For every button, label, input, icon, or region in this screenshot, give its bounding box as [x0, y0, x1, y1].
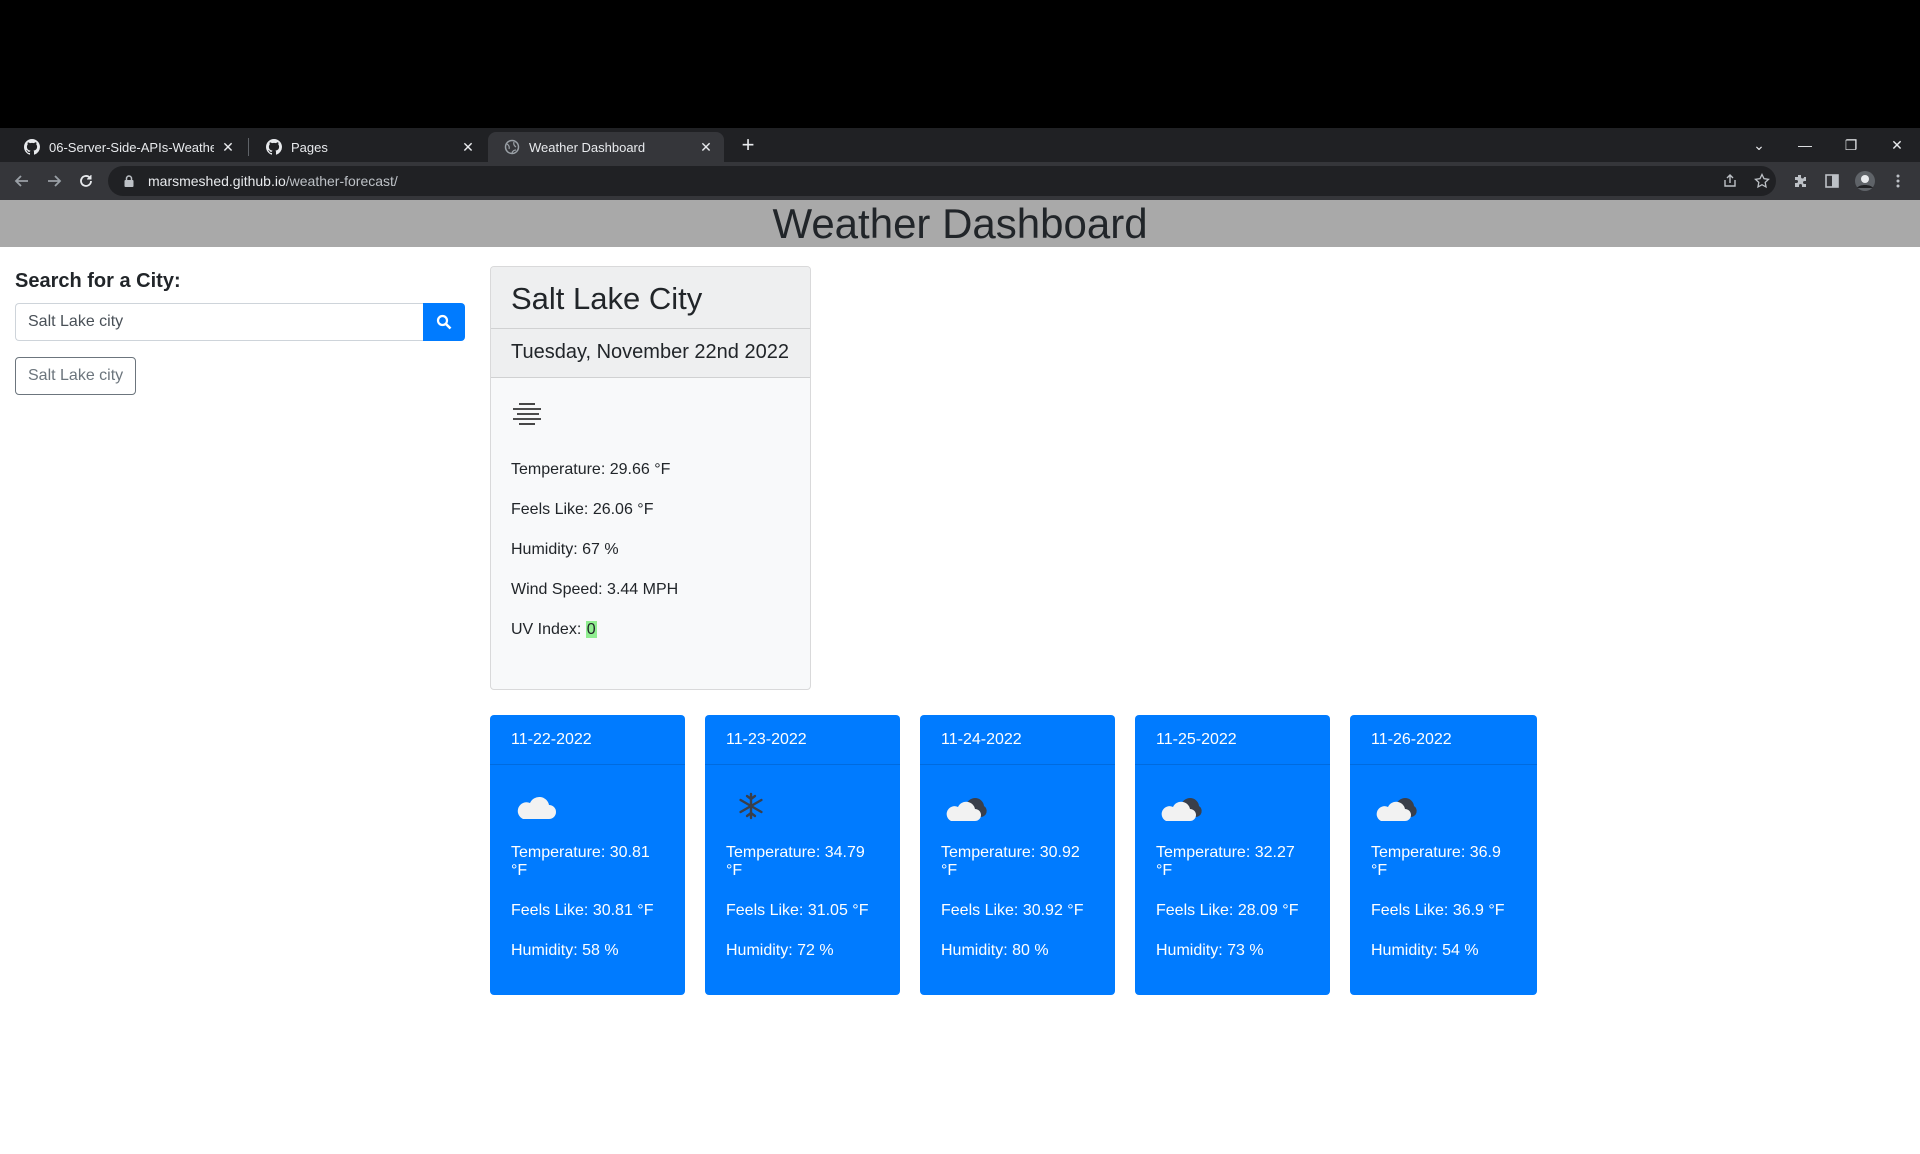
current-temperature: Temperature: 29.66 °F: [511, 461, 671, 478]
url-host: marsmeshed.github.io: [148, 173, 286, 189]
browser-toolbar: marsmeshed.github.io/weather-forecast/: [0, 162, 1920, 200]
forecast-card: 11-25-2022 Temperature: 32.27 °F Feels L…: [1135, 715, 1330, 995]
profile-avatar[interactable]: [1853, 169, 1877, 193]
search-form: [15, 303, 465, 341]
current-uv-index: UV Index: 0: [511, 621, 790, 639]
forecast-card: 11-23-2022 Temperature: 34.79 °F Feels L…: [705, 715, 900, 995]
tab-strip: 06-Server-Side-APIs-Weather-Dashboard ✕ …: [0, 128, 1920, 162]
snowflake-icon: [739, 792, 763, 820]
tab-title: 06-Server-Side-APIs-Weather-Dashboard: [49, 139, 214, 155]
current-feels-like: Feels Like: 26.06 °F: [511, 501, 654, 518]
forecast-feels-like: Feels Like: 31.05 °F: [726, 902, 869, 919]
forecast-date: 11-22-2022: [490, 715, 685, 765]
forecast-humidity: Humidity: 54 %: [1371, 942, 1479, 959]
restore-icon[interactable]: ❐: [1828, 128, 1874, 162]
tab-separator: [248, 138, 249, 156]
tab-title: Pages: [291, 139, 328, 155]
address-bar[interactable]: marsmeshed.github.io/weather-forecast/: [108, 166, 1776, 196]
cloud-icon: [517, 796, 556, 819]
page-title: Weather Dashboard: [772, 200, 1148, 247]
page-header: Weather Dashboard: [0, 200, 1920, 247]
reload-icon[interactable]: [74, 169, 98, 193]
forecast-temperature: Temperature: 34.79 °F: [726, 844, 865, 879]
uv-label: UV Index:: [511, 621, 586, 638]
forecast-temperature: Temperature: 30.81 °F: [511, 844, 650, 879]
forecast-humidity: Humidity: 72 %: [726, 942, 834, 959]
forward-icon[interactable]: [42, 169, 66, 193]
back-icon[interactable]: [10, 169, 34, 193]
extensions-icon[interactable]: [1788, 169, 1812, 193]
tab-github-repo[interactable]: 06-Server-Side-APIs-Weather-Dashboard ✕: [8, 132, 246, 162]
current-wind-speed: Wind Speed: 3.44 MPH: [511, 581, 679, 598]
minimize-icon[interactable]: —: [1782, 128, 1828, 162]
current-date: Tuesday, November 22nd 2022: [491, 329, 810, 378]
search-sidebar: Search for a City: Salt Lake city: [15, 270, 465, 395]
forecast-feels-like: Feels Like: 30.81 °F: [511, 902, 654, 919]
history-city-button[interactable]: Salt Lake city: [15, 357, 137, 395]
close-icon[interactable]: ✕: [698, 139, 714, 155]
url-path: /weather-forecast/: [285, 173, 398, 189]
forecast-humidity: Humidity: 58 %: [511, 942, 619, 959]
lock-icon: [124, 175, 134, 187]
current-humidity: Humidity: 67 %: [511, 541, 619, 558]
forecast-card: 11-22-2022 Temperature: 30.81 °F Feels L…: [490, 715, 685, 995]
mist-icon: [513, 403, 541, 425]
search-icon: [436, 314, 452, 330]
city-search-input[interactable]: [15, 303, 423, 341]
forecast-temperature: Temperature: 32.27 °F: [1156, 844, 1295, 879]
search-heading: Search for a City:: [15, 270, 181, 292]
current-weather-card: Salt Lake City Tuesday, November 22nd 20…: [490, 266, 811, 690]
forecast-feels-like: Feels Like: 30.92 °F: [941, 902, 1084, 919]
broken-clouds-icon: [1376, 798, 1417, 821]
bookmark-star-icon[interactable]: [1750, 169, 1774, 193]
black-bar: [0, 0, 1920, 128]
forecast-feels-like: Feels Like: 28.09 °F: [1156, 902, 1299, 919]
forecast-date: 11-25-2022: [1135, 715, 1330, 765]
close-icon[interactable]: ✕: [220, 139, 236, 155]
broken-clouds-icon: [1161, 798, 1202, 821]
close-icon[interactable]: ✕: [460, 139, 476, 155]
tab-pages[interactable]: Pages ✕: [250, 132, 486, 162]
uv-value-badge: 0: [585, 621, 597, 638]
new-tab-button[interactable]: +: [736, 133, 760, 157]
tab-title: Weather Dashboard: [529, 139, 646, 155]
broken-clouds-icon: [946, 798, 987, 821]
forecast-temperature: Temperature: 36.9 °F: [1371, 844, 1501, 879]
current-city: Salt Lake City: [491, 267, 810, 329]
github-icon: [24, 139, 40, 155]
forecast-humidity: Humidity: 80 %: [941, 942, 1049, 959]
page: Weather Dashboard Search for a City: Sal…: [0, 200, 1920, 1154]
forecast-humidity: Humidity: 73 %: [1156, 942, 1264, 959]
forecast-card: 11-24-2022 Temperature: 30.92 °F Feels L…: [920, 715, 1115, 995]
side-panel-icon[interactable]: [1820, 169, 1844, 193]
github-icon: [266, 139, 282, 155]
forecast-date: 11-26-2022: [1350, 715, 1537, 765]
forecast-card: 11-26-2022 Temperature: 36.9 °F Feels Li…: [1350, 715, 1537, 995]
close-window-icon[interactable]: ✕: [1874, 128, 1920, 162]
forecast-temperature: Temperature: 30.92 °F: [941, 844, 1080, 879]
forecast-feels-like: Feels Like: 36.9 °F: [1371, 902, 1505, 919]
tab-weather-dashboard[interactable]: Weather Dashboard ✕: [488, 132, 724, 162]
menu-dots-icon[interactable]: [1886, 169, 1910, 193]
globe-icon: [504, 139, 520, 155]
share-icon[interactable]: [1718, 169, 1742, 193]
search-button[interactable]: [423, 303, 465, 341]
forecast-date: 11-24-2022: [920, 715, 1115, 765]
forecast-date: 11-23-2022: [705, 715, 900, 765]
tab-search-icon[interactable]: ⌄: [1736, 128, 1782, 162]
